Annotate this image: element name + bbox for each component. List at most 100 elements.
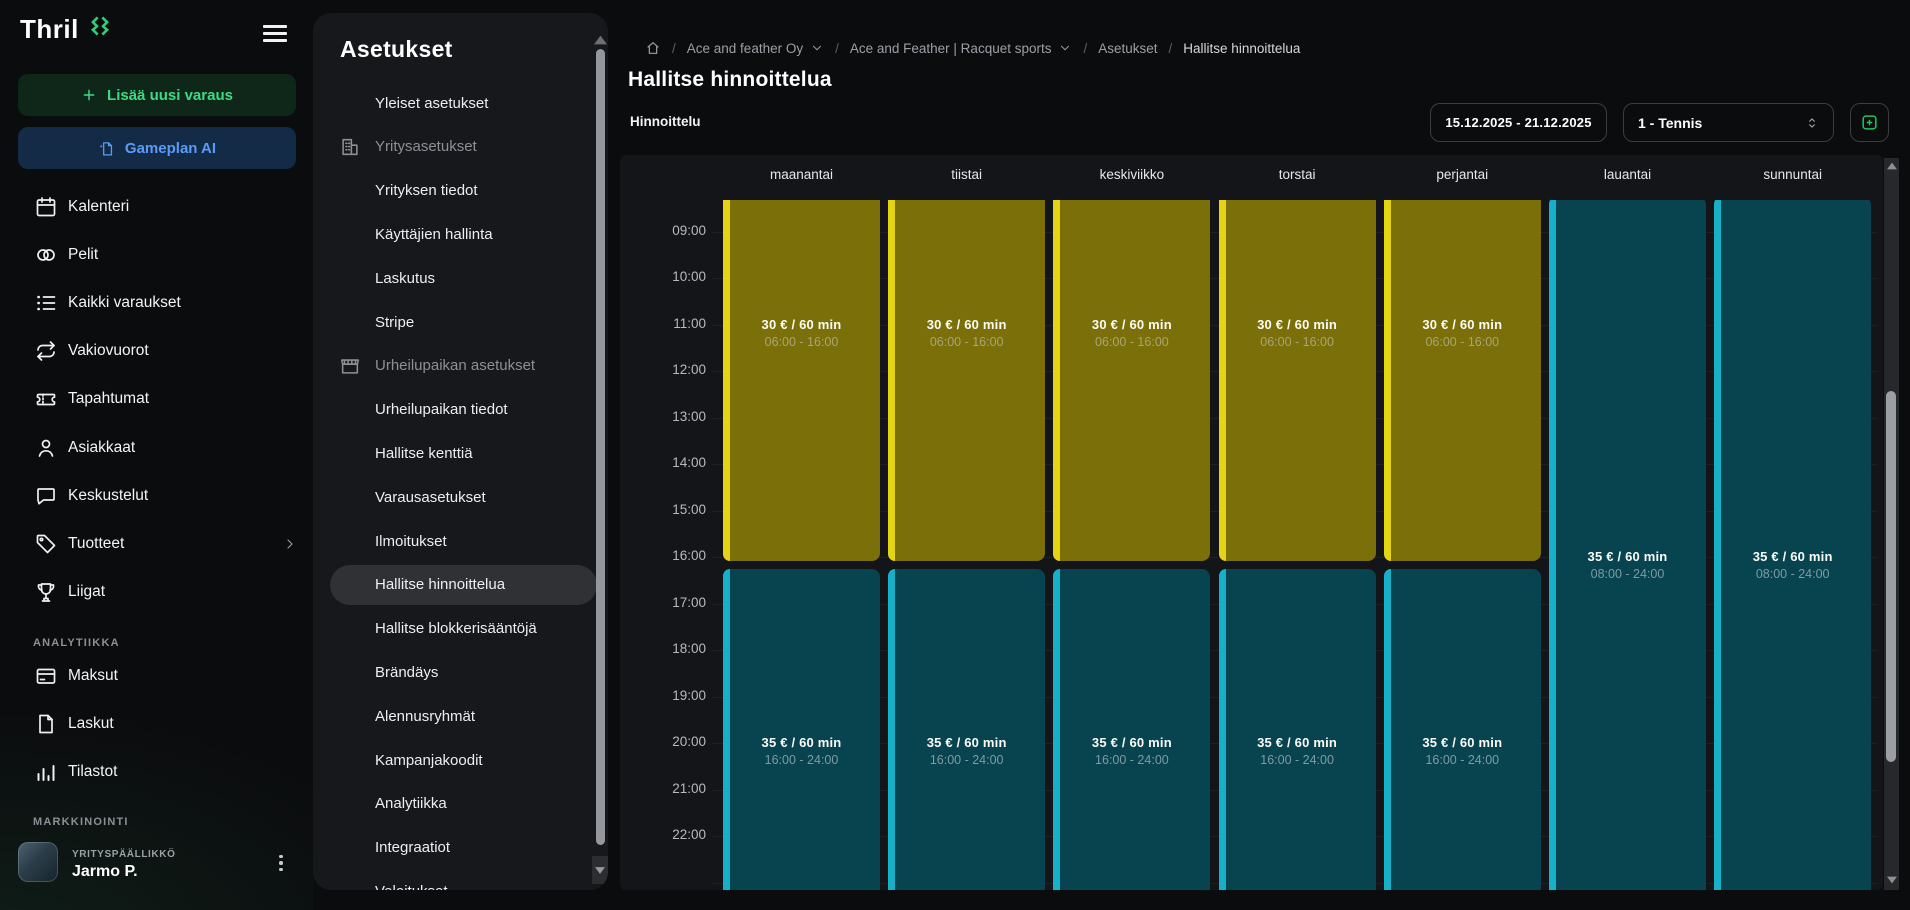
pricing-block-tiistai-16[interactable]: 35 € / 60 min16:00 - 24:00 [888,569,1045,890]
sidebar-item-maksut[interactable]: Maksut [0,652,313,700]
breadcrumb-item[interactable]: Asetukset [1098,41,1157,56]
breadcrumb-item[interactable]: Ace and Feather | Racquet sports [850,41,1073,56]
pricing-block-stripe [1384,200,1391,561]
calendar-scrollbar-thumb[interactable] [1886,391,1896,762]
pricing-block-torstai-16[interactable]: 35 € / 60 min16:00 - 24:00 [1219,569,1376,890]
settings-title: Asetukset [340,36,453,63]
facility-select[interactable]: 1 - Tennis [1623,103,1834,142]
day-header-torstai: torstai [1219,167,1376,187]
time-label: 22:00 [630,827,706,842]
breadcrumb: /Ace and feather Oy/Ace and Feather | Ra… [645,38,1300,58]
pricing-block-hours: 06:00 - 16:00 [1425,335,1499,349]
sidebar-item-label: Tapahtumat [68,390,149,408]
sidebar-item-tapahtumat[interactable]: Tapahtumat [0,375,313,423]
settings-item-integraatiot[interactable]: Integraatiot [313,826,585,870]
add-pricing-button[interactable] [1850,103,1889,142]
settings-item-k-ytt-jien-hallinta[interactable]: Käyttäjien hallinta [313,212,585,256]
settings-scroll-up-icon[interactable] [594,35,607,45]
settings-scroll-down-icon[interactable] [592,856,608,884]
sidebar-item-label: Laskut [68,715,114,733]
settings-item-alennusryhm-t[interactable]: Alennusryhmät [313,694,585,738]
settings-panel: Asetukset Yleiset asetuksetYritysasetuks… [313,13,608,890]
day-header-tiistai: tiistai [888,167,1045,187]
settings-item-yleiset-asetukset[interactable]: Yleiset asetukset [313,81,585,125]
user-menu-kebab-icon[interactable] [272,848,290,878]
settings-item-kampanjakoodit[interactable]: Kampanjakoodit [313,738,585,782]
pricing-block-price: 35 € / 60 min [1753,549,1833,564]
settings-item-veloitukset[interactable]: Veloitukset [313,869,585,890]
calendar-scroll-down-icon[interactable] [1887,876,1897,884]
pricing-block-maanantai-16[interactable]: 35 € / 60 min16:00 - 24:00 [723,569,880,890]
pricing-block-price: 30 € / 60 min [927,317,1007,332]
sidebar-item-vakiovuorot[interactable]: Vakiovuorot [0,327,313,375]
breadcrumb-item[interactable]: Ace and feather Oy [687,41,824,56]
chevron-down-icon[interactable] [810,41,824,55]
sidebar-item-tuotteet[interactable]: Tuotteet [0,520,313,568]
gameplan-ai-button[interactable]: Gameplan AI [18,127,296,169]
sidebar-item-kaikki-varaukset[interactable]: Kaikki varaukset [0,279,313,327]
settings-item-label: Urheilupaikan tiedot [375,401,508,418]
sidebar-item-label: Liigat [68,583,105,601]
settings-item-label: Urheilupaikan asetukset [375,357,535,374]
settings-scrollbar-thumb[interactable] [596,49,605,845]
pricing-block-price: 30 € / 60 min [1092,317,1172,332]
pricing-block-stripe [1053,200,1060,561]
pricing-block-lauantai-8[interactable]: 35 € / 60 min08:00 - 24:00 [1549,200,1706,890]
settings-item-ilmoitukset[interactable]: Ilmoitukset [313,519,585,563]
pricing-block-keskiviikko-16[interactable]: 35 € / 60 min16:00 - 24:00 [1053,569,1210,890]
settings-item-urheilupaikan-tiedot[interactable]: Urheilupaikan tiedot [313,388,585,432]
settings-item-label: Kampanjakoodit [375,752,483,769]
pricing-block-perjantai-16[interactable]: 35 € / 60 min16:00 - 24:00 [1384,569,1541,890]
user-avatar[interactable] [18,842,58,882]
settings-item-stripe[interactable]: Stripe [313,300,585,344]
settings-item-hallitse-blokkeris-nt-j-[interactable]: Hallitse blokkerisääntöjä [313,607,585,651]
chevron-down-icon[interactable] [1058,41,1072,55]
sidebar-item-liigat[interactable]: Liigat [0,568,313,616]
time-label: 11:00 [630,316,706,331]
breadcrumb-item[interactable]: Hallitse hinnoittelua [1183,41,1300,56]
settings-item-hallitse-kentti-[interactable]: Hallitse kenttiä [313,431,585,475]
pricing-block-keskiviikko-6[interactable]: 30 € / 60 min06:00 - 16:00 [1053,200,1210,561]
pricing-block-stripe [1549,200,1556,890]
add-square-icon [1860,113,1879,132]
sidebar: Thril Lisää uusi varaus Gameplan AI Kale… [0,0,313,910]
settings-item-urheilupaikan-asetukset[interactable]: Urheilupaikan asetukset [313,344,585,388]
sidebar-item-pelit[interactable]: Pelit [0,231,313,279]
chevron-right-icon [282,536,298,552]
pricing-block-torstai-6[interactable]: 30 € / 60 min06:00 - 16:00 [1219,200,1376,561]
pricing-block-maanantai-6[interactable]: 30 € / 60 min06:00 - 16:00 [723,200,880,561]
app-logo[interactable]: Thril [20,14,79,45]
add-booking-button[interactable]: Lisää uusi varaus [18,74,296,116]
app-root: Thril Lisää uusi varaus Gameplan AI Kale… [0,0,1910,910]
ticket-icon [34,387,58,411]
sidebar-item-tilastot[interactable]: Tilastot [0,748,313,796]
pricing-block-price: 35 € / 60 min [1588,549,1668,564]
settings-item-yritysasetukset[interactable]: Yritysasetukset [313,125,585,169]
time-label: 10:00 [630,269,706,284]
sidebar-item-kalenteri[interactable]: Kalenteri [0,183,313,231]
home-icon[interactable] [645,40,661,56]
settings-item-analytiikka[interactable]: Analytiikka [313,782,585,826]
menu-toggle-icon[interactable] [263,22,287,44]
pricing-block-perjantai-6[interactable]: 30 € / 60 min06:00 - 16:00 [1384,200,1541,561]
sidebar-item-laskut[interactable]: Laskut [0,700,313,748]
pricing-block-hours: 16:00 - 24:00 [1260,753,1334,767]
pricing-block-price: 30 € / 60 min [762,317,842,332]
settings-item-hallitse-hinnoittelua[interactable]: Hallitse hinnoittelua [313,563,585,607]
sidebar-item-keskustelut[interactable]: Keskustelut [0,472,313,520]
calendar-scroll-up-icon[interactable] [1887,162,1897,170]
sidebar-item-label: Keskustelut [68,487,148,505]
settings-item-laskutus[interactable]: Laskutus [313,256,585,300]
pricing-block-sunnuntai-8[interactable]: 35 € / 60 min08:00 - 24:00 [1714,200,1871,890]
pricing-block-tiistai-6[interactable]: 30 € / 60 min 06:00 - 16:00 [888,200,1045,561]
games-icon [34,243,58,267]
pricing-block-hours: 06:00 - 16:00 [930,335,1004,349]
settings-item-yrityksen-tiedot[interactable]: Yrityksen tiedot [313,169,585,213]
date-range-picker[interactable]: 15.12.2025 - 21.12.2025 [1430,103,1607,142]
settings-item-varausasetukset[interactable]: Varausasetukset [313,475,585,519]
sidebar-item-asiakkaat[interactable]: Asiakkaat [0,424,313,472]
settings-item-br-nd-ys[interactable]: Brändäys [313,650,585,694]
building-icon [339,136,361,158]
day-header-lauantai: lauantai [1549,167,1706,187]
repeat-icon [34,339,58,363]
